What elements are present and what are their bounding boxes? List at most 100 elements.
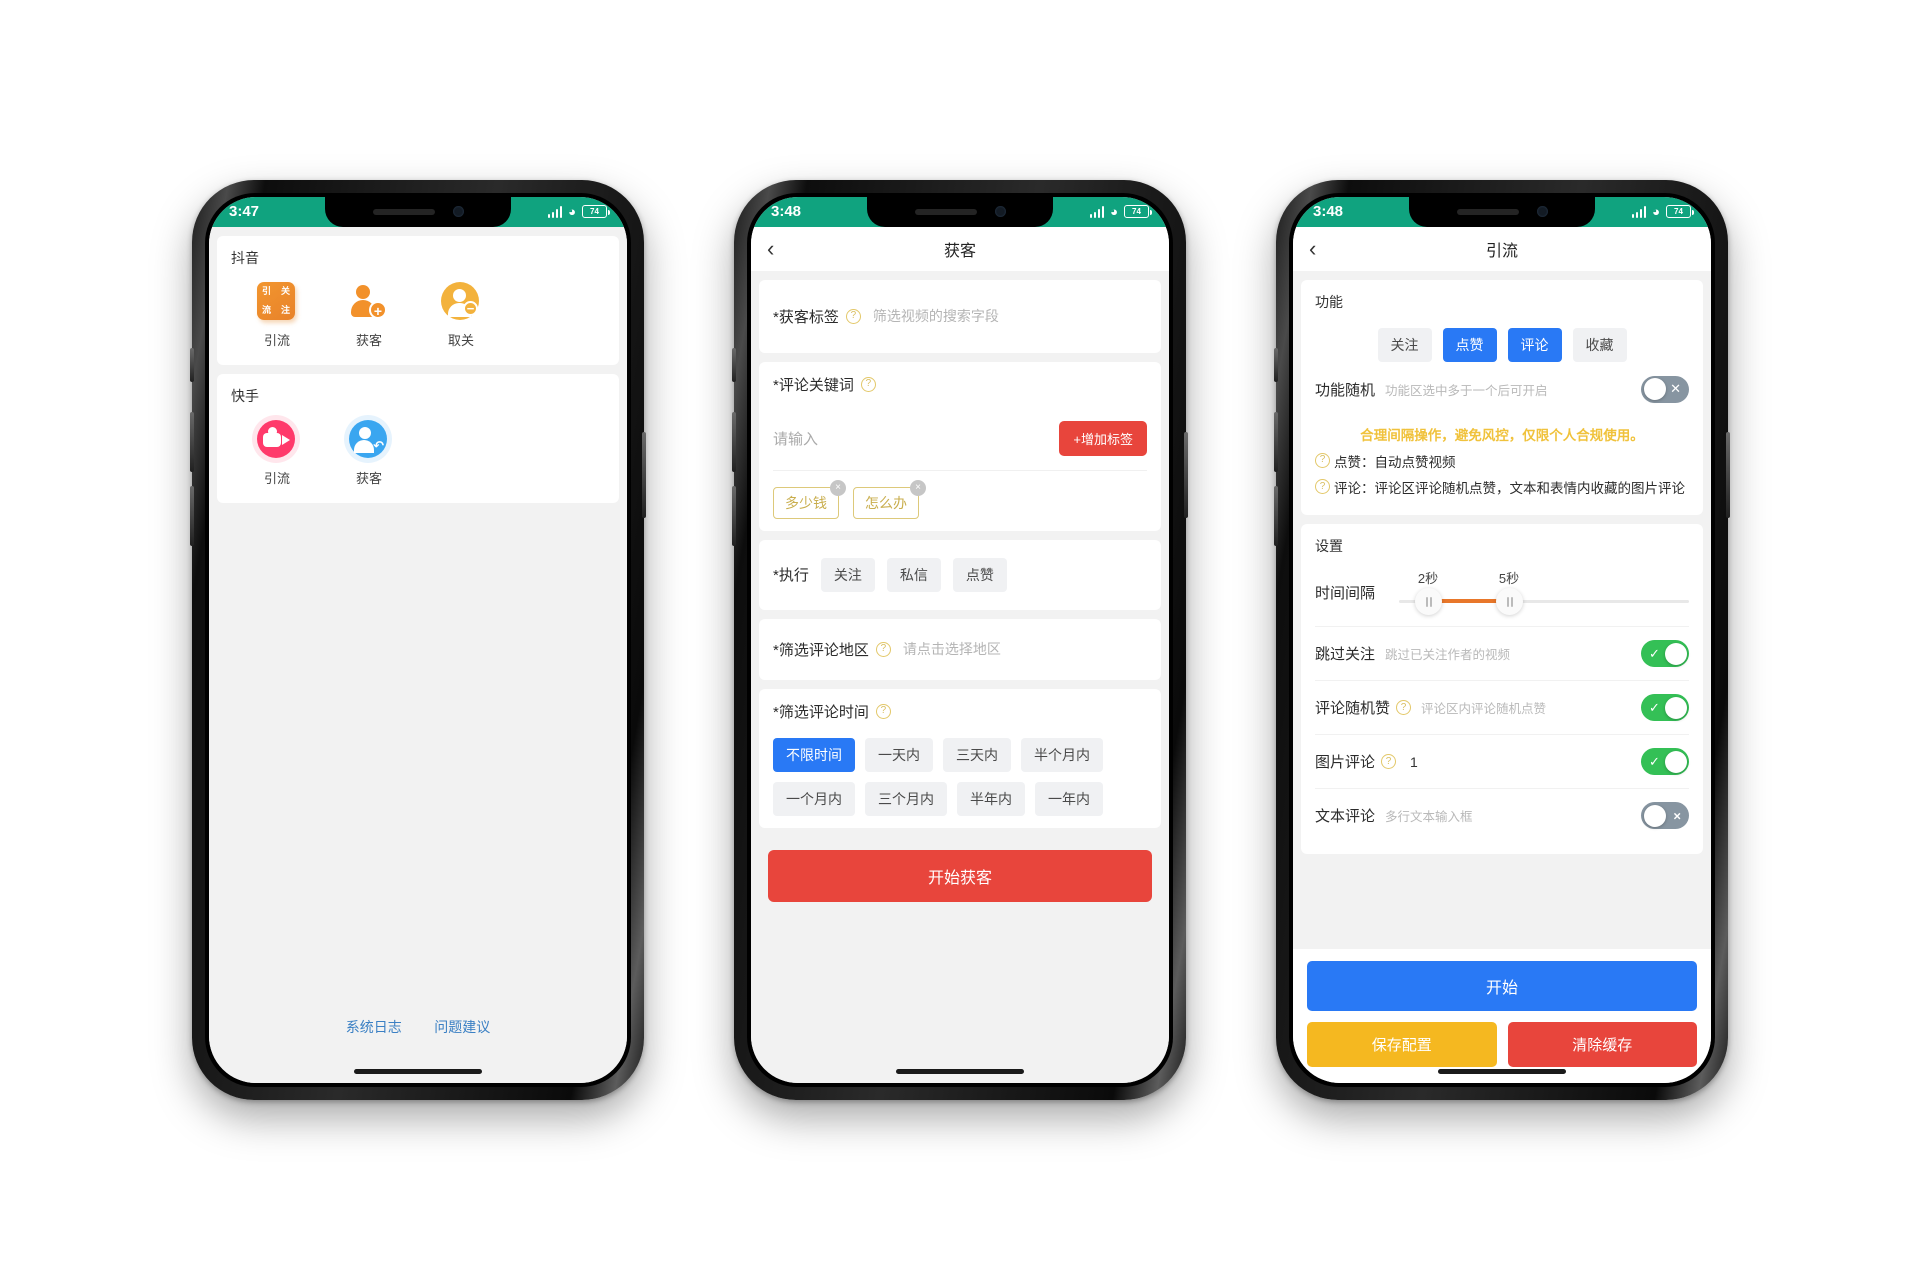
app-kuaishou-acquire[interactable]: ↶ 获客 xyxy=(323,419,415,487)
question-icon[interactable]: ? xyxy=(1381,754,1397,770)
mute-switch[interactable] xyxy=(1274,347,1278,382)
time-chip-3days[interactable]: 三天内 xyxy=(943,737,1011,772)
close-circle-icon[interactable]: × xyxy=(910,479,926,496)
volume-up-button[interactable] xyxy=(190,411,194,472)
row-label: 时间间隔 xyxy=(1315,584,1376,602)
row-subtitle: 跳过已关注作者的视频 xyxy=(1385,648,1511,663)
signal-bars-icon xyxy=(1089,205,1105,218)
section-title: 抖音 xyxy=(231,249,259,266)
video-camera-icon xyxy=(257,419,295,458)
question-icon[interactable]: ? xyxy=(845,308,861,324)
field-label: *评论关键词 ? xyxy=(773,374,1147,395)
phone2-body: *获客标签 ? 筛选视频的搜索字段 *评论关键词 ? 请输入 +增加标签 多少钱… xyxy=(751,270,1169,1083)
front-camera xyxy=(452,206,464,217)
section-title: 功能 xyxy=(1315,293,1343,310)
volume-down-button[interactable] xyxy=(1274,485,1278,546)
app-douyin-acquire[interactable]: + 获客 xyxy=(323,282,415,349)
row-label: 文本评论 xyxy=(1315,808,1376,826)
app-douyin-unfollow[interactable]: − 取关 xyxy=(415,281,507,349)
row-subtitle: 功能区选中多于一个后可开启 xyxy=(1385,383,1548,398)
phone1-body: 抖音 引 关 流 注 引流 + 获客 − 取关 快手 引流 ↶ 获客 系统日志 … xyxy=(209,226,627,1083)
field-comment-keyword: *评论关键词 ? 请输入 +增加标签 多少钱 × 怎么办 × xyxy=(759,361,1161,531)
row-text-comment: 文本评论 多行文本输入框 × xyxy=(1315,788,1689,842)
warning-text: 合理间隔操作，避免风控，仅限个人合规使用。 xyxy=(1360,427,1644,443)
page-title: 引流 xyxy=(1485,242,1518,260)
power-button[interactable] xyxy=(1184,431,1188,518)
notch xyxy=(325,196,511,227)
app-douyin-traffic[interactable]: 引 关 流 注 引流 xyxy=(231,281,323,349)
image-comment-toggle[interactable]: ✓ xyxy=(1641,748,1689,776)
save-config-button[interactable]: 保存配置 xyxy=(1307,1021,1497,1067)
app-label: 获客 xyxy=(355,470,382,486)
add-tag-button[interactable]: +增加标签 xyxy=(1059,420,1147,456)
interval-handle-min[interactable] xyxy=(1415,588,1443,616)
start-button[interactable]: 开始 xyxy=(1307,960,1697,1011)
power-button[interactable] xyxy=(642,431,646,518)
time-chip-1day[interactable]: 一天内 xyxy=(865,737,933,772)
action-chip-follow[interactable]: 关注 xyxy=(820,557,875,592)
home-indicator[interactable] xyxy=(354,1068,482,1074)
text-comment-toggle[interactable]: × xyxy=(1641,802,1689,830)
section-title: 设置 xyxy=(1315,538,1343,555)
field-execute: *执行 关注 私信 点赞 xyxy=(759,539,1161,610)
keyword-tag[interactable]: 怎么办 × xyxy=(853,479,926,519)
random-like-toggle[interactable]: ✓ xyxy=(1641,694,1689,722)
function-chip-like[interactable]: 点赞 xyxy=(1442,327,1497,362)
keyword-input[interactable]: 请输入 xyxy=(773,428,818,449)
keyword-tag[interactable]: 多少钱 × xyxy=(773,479,846,519)
mute-switch[interactable] xyxy=(732,347,736,382)
question-icon[interactable]: ? xyxy=(1396,700,1412,716)
link-system-log[interactable]: 系统日志 xyxy=(346,1019,402,1035)
clear-cache-button[interactable]: 清除缓存 xyxy=(1507,1021,1697,1067)
time-chip-3months[interactable]: 三个月内 xyxy=(865,781,947,816)
keyword-tag-list: 多少钱 × 怎么办 × xyxy=(773,471,1147,519)
section-function: 功能 关注 点赞 评论 收藏 功能随机 功能区选中多于一个后可开启 ✕ 合理间隔… xyxy=(1301,279,1703,516)
question-icon[interactable]: ? xyxy=(875,703,891,719)
time-chip-1year[interactable]: 一年内 xyxy=(1035,781,1103,816)
traffic-badge-icon: 引 关 流 注 xyxy=(257,281,295,320)
home-indicator[interactable] xyxy=(1438,1068,1566,1074)
time-chip-1month[interactable]: 一个月内 xyxy=(773,781,855,816)
section-settings: 设置 时间间隔 2秒 5秒 跳过关注 跳过已关注作者的视频 ✓ 评论随机赞 ? … xyxy=(1301,524,1703,855)
time-chip-halfyear[interactable]: 半年内 xyxy=(957,781,1025,816)
link-feedback[interactable]: 问题建议 xyxy=(434,1019,490,1035)
start-acquire-button[interactable]: 开始获客 xyxy=(768,849,1152,902)
volume-down-button[interactable] xyxy=(732,485,736,546)
question-icon[interactable]: ? xyxy=(875,641,891,657)
chevron-left-icon[interactable]: ‹ xyxy=(767,237,797,260)
function-chip-follow[interactable]: 关注 xyxy=(1377,327,1432,362)
row-label: 功能随机 xyxy=(1315,381,1376,399)
app-kuaishou-traffic[interactable]: 引流 xyxy=(231,419,323,487)
volume-down-button[interactable] xyxy=(190,485,194,546)
function-chip-comment[interactable]: 评论 xyxy=(1507,327,1562,362)
volume-up-button[interactable] xyxy=(1274,411,1278,472)
volume-up-button[interactable] xyxy=(732,411,736,472)
mute-switch[interactable] xyxy=(190,347,194,382)
chevron-left-icon[interactable]: ‹ xyxy=(1309,237,1339,260)
time-chip-halfmonth[interactable]: 半个月内 xyxy=(1021,737,1103,772)
page-title: 获客 xyxy=(943,242,976,260)
power-button[interactable] xyxy=(1726,431,1730,518)
section-douyin: 抖音 引 关 流 注 引流 + 获客 − 取关 xyxy=(217,235,619,365)
acquire-tag-input[interactable]: 筛选视频的搜索字段 xyxy=(873,306,999,326)
action-chip-dm[interactable]: 私信 xyxy=(886,557,941,592)
field-comment-region: *筛选评论地区 ? 请点击选择地区 xyxy=(759,618,1161,680)
interval-handle-max[interactable] xyxy=(1496,588,1524,616)
field-label: *执行 xyxy=(773,567,809,584)
question-icon[interactable]: ? xyxy=(860,376,876,392)
function-random-toggle[interactable]: ✕ xyxy=(1641,375,1689,403)
time-chip-unlimited[interactable]: 不限时间 xyxy=(773,737,855,772)
function-chip-favorite[interactable]: 收藏 xyxy=(1572,327,1627,362)
region-select[interactable]: 请点击选择地区 xyxy=(903,639,1001,659)
nav-bar-3: ‹ 引流 xyxy=(1293,226,1711,271)
earpiece-speaker xyxy=(1456,208,1519,215)
home-indicator[interactable] xyxy=(896,1068,1024,1074)
field-acquire-tag: *获客标签 ? 筛选视频的搜索字段 xyxy=(759,279,1161,353)
interval-range-slider[interactable]: 2秒 5秒 xyxy=(1391,568,1689,616)
action-chip-like[interactable]: 点赞 xyxy=(952,557,1007,592)
skip-followed-toggle[interactable]: ✓ xyxy=(1641,640,1689,668)
notch xyxy=(1409,196,1595,227)
app-label: 引流 xyxy=(263,470,290,486)
app-label: 获客 xyxy=(355,332,382,348)
close-circle-icon[interactable]: × xyxy=(830,479,846,496)
